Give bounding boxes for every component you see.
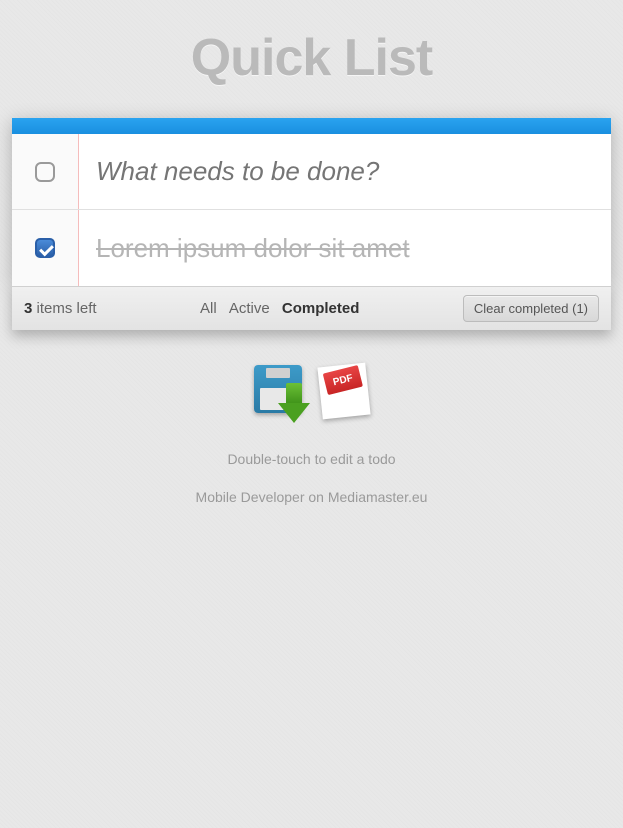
clear-completed-button[interactable]: Clear completed (1) bbox=[463, 295, 599, 322]
todo-item[interactable]: Lorem ipsum dolor sit amet bbox=[12, 210, 611, 286]
items-left: 3 items left bbox=[24, 300, 97, 317]
filter-all[interactable]: All bbox=[200, 300, 217, 317]
new-todo-input[interactable] bbox=[78, 156, 611, 187]
pdf-export-icon[interactable]: PDF bbox=[320, 365, 370, 419]
credits-text: Mobile Developer on Mediamaster.eu bbox=[0, 489, 623, 505]
pdf-badge: PDF bbox=[322, 365, 362, 395]
items-count: 3 bbox=[24, 300, 32, 317]
filter-active[interactable]: Active bbox=[229, 300, 270, 317]
edit-tip: Double-touch to edit a todo bbox=[0, 451, 623, 467]
export-icons-row: PDF bbox=[0, 365, 623, 419]
checkbox-checked-icon bbox=[35, 238, 55, 258]
new-todo-row bbox=[12, 134, 611, 210]
header-bar bbox=[12, 118, 611, 134]
todo-checkbox[interactable] bbox=[12, 238, 78, 258]
checkbox-outline-icon bbox=[35, 162, 55, 182]
save-download-icon[interactable] bbox=[254, 365, 308, 419]
app-title: Quick List bbox=[0, 28, 623, 88]
footer-bar: 3 items left All Active Completed Clear … bbox=[12, 286, 611, 330]
toggle-all[interactable] bbox=[12, 162, 78, 182]
todo-card: Lorem ipsum dolor sit amet bbox=[12, 118, 611, 286]
items-label: items left bbox=[37, 300, 97, 317]
todo-text: Lorem ipsum dolor sit amet bbox=[78, 233, 611, 264]
filter-completed[interactable]: Completed bbox=[282, 300, 360, 317]
filters: All Active Completed bbox=[97, 300, 463, 317]
